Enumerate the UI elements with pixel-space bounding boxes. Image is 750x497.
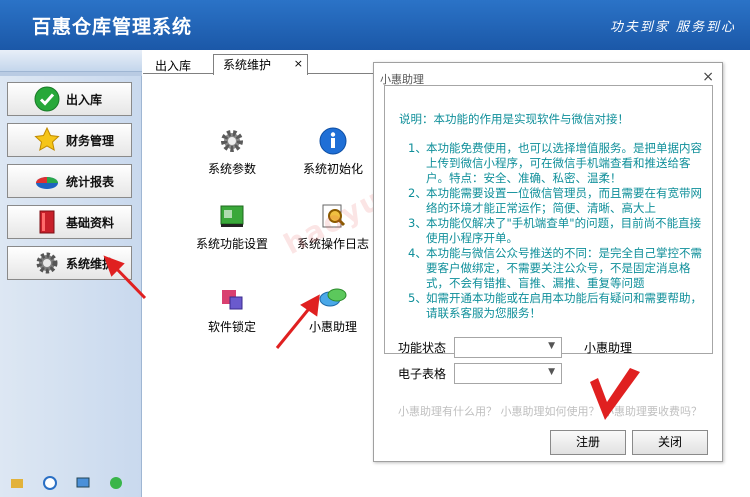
- arrow-to-assistant: [275, 304, 314, 349]
- checkmark-arrow-to-register: [590, 368, 640, 420]
- annotation-arrows: [103, 255, 640, 420]
